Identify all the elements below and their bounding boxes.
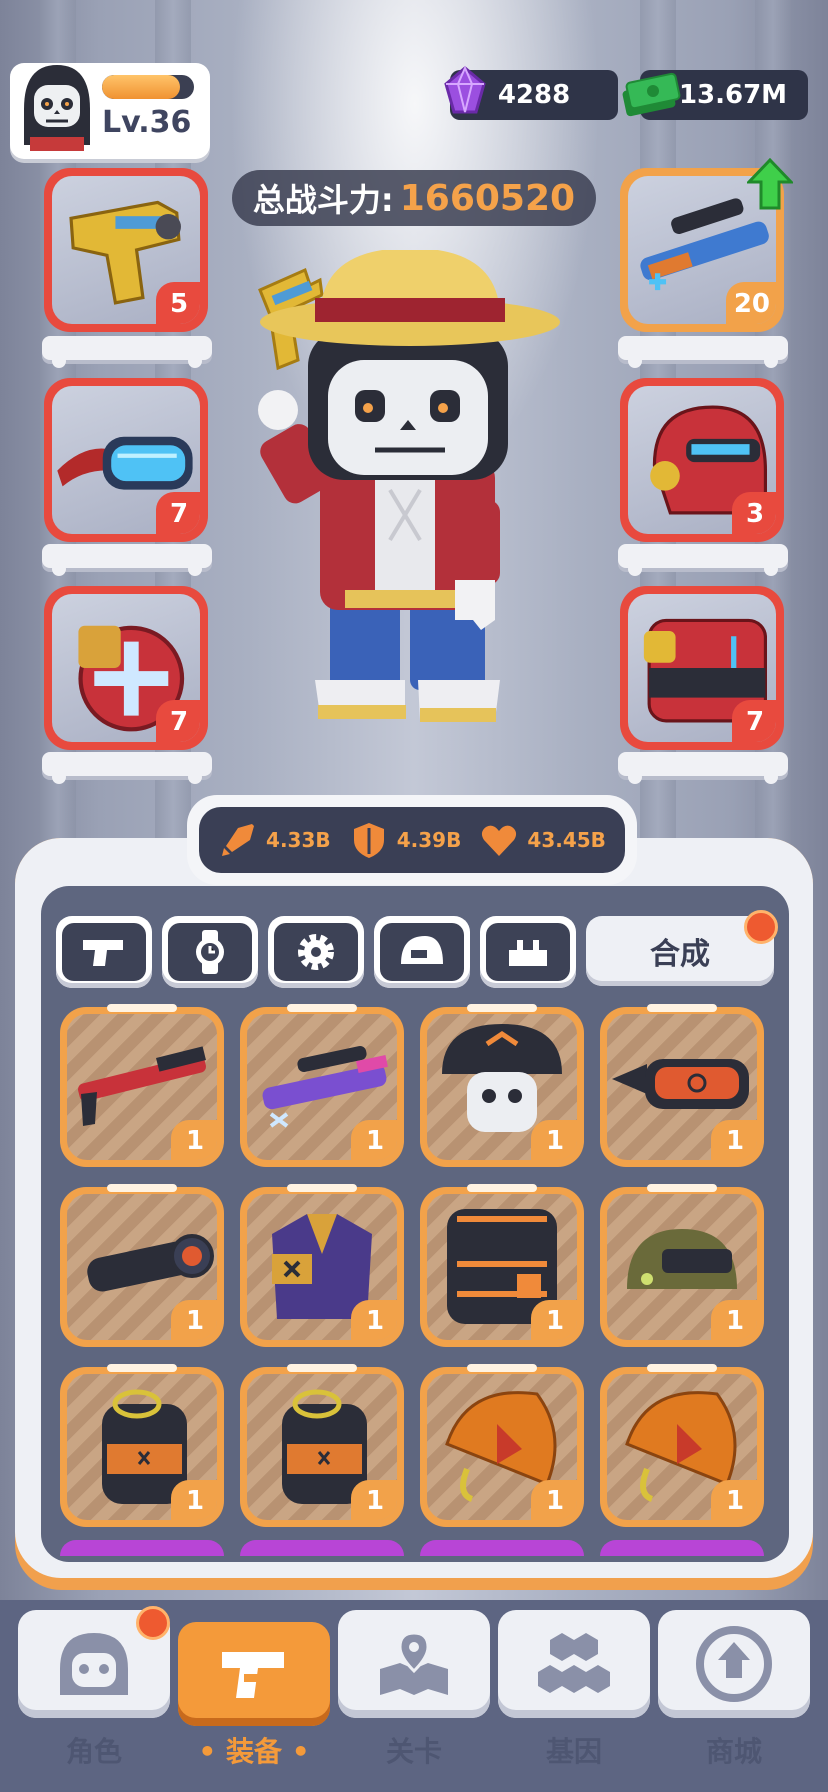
slot-count: 5: [156, 282, 200, 324]
player-card[interactable]: Lv.36: [10, 63, 210, 159]
slot-armor[interactable]: 7: [620, 586, 784, 750]
cash-icon: [622, 72, 681, 117]
shelf: [618, 752, 788, 784]
tab-armor[interactable]: [480, 916, 576, 988]
shop-icon: [696, 1626, 772, 1702]
defense-value: 4.39B: [396, 828, 462, 852]
nav-shop-button[interactable]: [658, 1610, 810, 1718]
filter-tabs: [56, 916, 576, 988]
nav-label-equipment: • 装备 •: [198, 1735, 310, 1768]
heart-icon: [482, 825, 517, 856]
slot-weapon[interactable]: 5: [44, 168, 208, 332]
inventory-item[interactable]: 1: [60, 1364, 224, 1527]
gun-icon: [83, 940, 123, 966]
gem-icon: [444, 65, 486, 114]
item-count: 1: [351, 1120, 397, 1160]
gear-icon: [298, 934, 334, 970]
watch-icon: [196, 930, 224, 974]
tab-helmets[interactable]: [374, 916, 470, 988]
item-count: 1: [711, 1480, 757, 1520]
item-count: 1: [531, 1480, 577, 1520]
slot-grenade[interactable]: 7: [44, 586, 208, 750]
inventory-item[interactable]: 1: [60, 1184, 224, 1347]
inventory-item[interactable]: 1: [60, 1004, 224, 1167]
shield-icon: [353, 823, 384, 858]
inventory-item[interactable]: 1: [600, 1004, 764, 1167]
hexagon-icon: [538, 1633, 610, 1693]
nav-label-stages: 关卡: [385, 1735, 442, 1768]
shelf: [42, 544, 212, 576]
defense-stat: 4.39B: [349, 820, 462, 860]
next-row-peek: [60, 1540, 764, 1556]
nav-label-character: 角色: [65, 1735, 122, 1768]
inventory-item[interactable]: 1: [420, 1184, 584, 1347]
total-power-banner: 总战斗力: 1660520: [232, 170, 596, 226]
item-count: 1: [711, 1120, 757, 1160]
character-icon: [60, 1633, 128, 1695]
item-count: 1: [171, 1120, 217, 1160]
bottom-nav-labels: 角色 • 装备 • 关卡 基因 商城: [18, 1730, 810, 1770]
inventory-item[interactable]: 1: [240, 1184, 404, 1347]
total-power-label: 总战斗力:: [252, 181, 394, 219]
cash-count: 13.67M: [678, 80, 788, 110]
xp-bar: [102, 75, 194, 99]
stats-bar: 4.33B 4.39B 43.45B: [187, 795, 637, 885]
tab-accessories[interactable]: [162, 916, 258, 988]
player-level: Lv.36: [102, 105, 192, 140]
inventory-item[interactable]: 1: [240, 1004, 404, 1167]
shelf: [42, 336, 212, 368]
avatar: [24, 65, 90, 151]
health-value: 43.45B: [527, 828, 606, 852]
item-count: 1: [351, 1480, 397, 1520]
item-grid: 1 1 1 1 1 1 1 1 1 1 1 1: [60, 1004, 776, 1527]
item-count: 1: [711, 1300, 757, 1340]
shelf: [618, 544, 788, 576]
notification-dot: [136, 1606, 170, 1640]
total-power-value: 1660520: [399, 177, 576, 219]
slot-count: 3: [732, 492, 776, 534]
nav-label-genes: 基因: [545, 1735, 602, 1768]
nav-genes-button[interactable]: [498, 1610, 650, 1718]
item-count: 1: [171, 1480, 217, 1520]
nav-equipment-button[interactable]: [178, 1622, 330, 1726]
inventory-item[interactable]: 1: [420, 1004, 584, 1167]
slot-goggles[interactable]: 7: [44, 378, 208, 542]
gem-count: 4288: [497, 80, 571, 110]
slot-count: 7: [732, 700, 776, 742]
attack-icon: [222, 824, 255, 856]
character-model: [258, 250, 560, 722]
inventory-item[interactable]: 1: [600, 1184, 764, 1347]
tab-gear[interactable]: [268, 916, 364, 988]
nav-stages-button[interactable]: [338, 1610, 490, 1718]
upgrade-arrow-icon: [747, 158, 793, 210]
helmet-icon: [401, 936, 443, 964]
shelf: [618, 336, 788, 368]
item-count: 1: [531, 1300, 577, 1340]
tab-weapons[interactable]: [56, 916, 152, 988]
inventory-item[interactable]: 1: [600, 1364, 764, 1527]
inventory-item[interactable]: 1: [240, 1364, 404, 1527]
item-count: 1: [171, 1300, 217, 1340]
armor-icon: [509, 940, 547, 966]
nav-label-shop: 商城: [705, 1735, 762, 1768]
map-icon: [380, 1631, 448, 1695]
slot-count: 7: [156, 492, 200, 534]
health-stat: 43.45B: [479, 820, 606, 860]
item-count: 1: [351, 1300, 397, 1340]
slot-count: 7: [156, 700, 200, 742]
shelf: [42, 752, 212, 784]
slot-helmet[interactable]: 3: [620, 378, 784, 542]
attack-stat: 4.33B: [218, 820, 331, 860]
notification-dot: [744, 910, 778, 944]
attack-value: 4.33B: [266, 828, 331, 852]
item-count: 1: [531, 1120, 577, 1160]
inventory-item[interactable]: 1: [420, 1364, 584, 1527]
gun-icon: [222, 1652, 284, 1698]
slot-count: 20: [725, 282, 776, 324]
merge-label: 合成: [650, 937, 710, 972]
